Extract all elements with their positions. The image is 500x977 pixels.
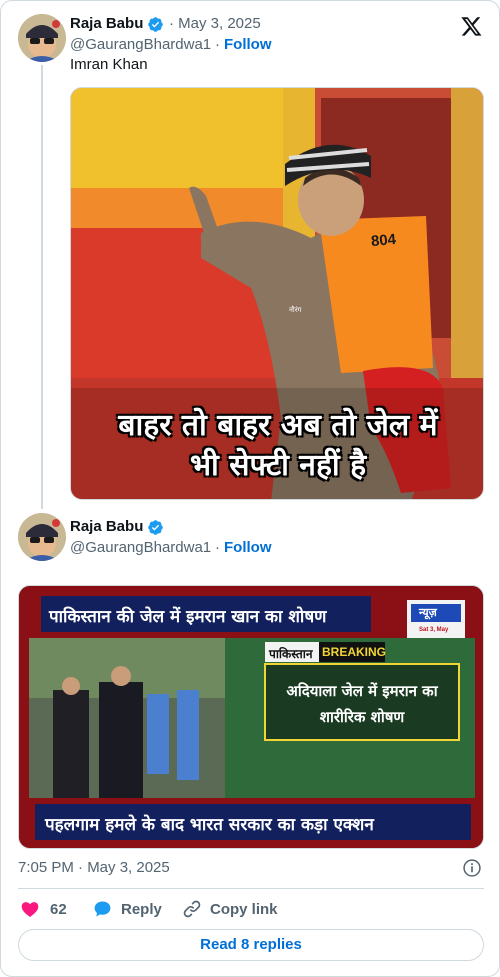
reply-label: Reply [121, 900, 162, 918]
reply-button[interactable]: Reply [92, 899, 162, 919]
news-box: अदियाला जेल में इमरान का शारीरिक शोषण [265, 678, 459, 730]
user-handle[interactable]: @GaurangBhardwa1 [70, 36, 211, 53]
caption-line-1: बाहर तो बाहर अब तो जेल में [118, 408, 438, 443]
tweet-text: Imran Khan [70, 56, 148, 73]
link-icon [183, 900, 201, 918]
news-box-line-2: शारीरिक शोषण [319, 708, 405, 726]
like-count: 62 [50, 900, 67, 918]
like-button[interactable]: 62 [20, 899, 67, 919]
breaking-tag: BREAKING [322, 645, 387, 659]
jersey-number: 804 [370, 230, 397, 251]
thread-connector [41, 65, 43, 509]
avatar[interactable] [18, 513, 66, 561]
meme-image[interactable]: 804 नौरंग बाहर तो बाहर अब तो जेल में भी … [70, 87, 484, 500]
caption-line-2: भी सेफ्टी नहीं है [189, 448, 367, 483]
embedded-tweet-card: Raja Babu · May 3, 2025 @GaurangBhardwa1… [0, 0, 500, 977]
post-date[interactable]: · May 3, 2025 [169, 15, 261, 32]
x-logo-icon[interactable] [460, 15, 483, 37]
follow-button[interactable]: Follow [224, 539, 272, 556]
divider [18, 888, 484, 889]
user-handle[interactable]: @GaurangBhardwa1 [70, 539, 211, 556]
avatar[interactable] [18, 14, 66, 62]
display-name[interactable]: Raja Babu [70, 518, 143, 535]
channel-date: Sat 3, May [419, 627, 449, 633]
reply-bubble-icon [94, 901, 111, 917]
verified-badge-icon [148, 520, 163, 535]
copy-link-button[interactable]: Copy link [182, 899, 278, 919]
display-name[interactable]: Raja Babu [70, 15, 143, 32]
news-box-line-1: अदियाला जेल में इमरान का [286, 682, 438, 700]
channel-logo: न्यूज़ [419, 607, 437, 619]
meme-caption: बाहर तो बाहर अब तो जेल में भी सेफ्टी नही… [71, 406, 483, 486]
news-top-headline: पाकिस्तान की जेल में इमरान खान का शोषण [49, 607, 327, 627]
info-icon[interactable] [462, 858, 482, 878]
separator: · [215, 36, 220, 53]
verified-badge-icon [148, 17, 163, 32]
news-bottom-headline: पहलगाम हमले के बाद भारत सरकार का कड़ा एक… [45, 815, 374, 835]
separator: · [215, 539, 220, 556]
watermark: नौरंग [289, 307, 302, 314]
tweet-timestamp[interactable]: 7:05 PM · May 3, 2025 [18, 859, 170, 876]
heart-icon [21, 902, 39, 917]
copy-link-label: Copy link [210, 900, 278, 918]
read-replies-button[interactable]: Read 8 replies [18, 929, 484, 961]
follow-button[interactable]: Follow [224, 36, 272, 53]
news-video-thumbnail[interactable]: पाकिस्तान की जेल में इमरान खान का शोषण न… [18, 585, 484, 849]
breaking-country: पाकिस्तान [269, 647, 313, 661]
